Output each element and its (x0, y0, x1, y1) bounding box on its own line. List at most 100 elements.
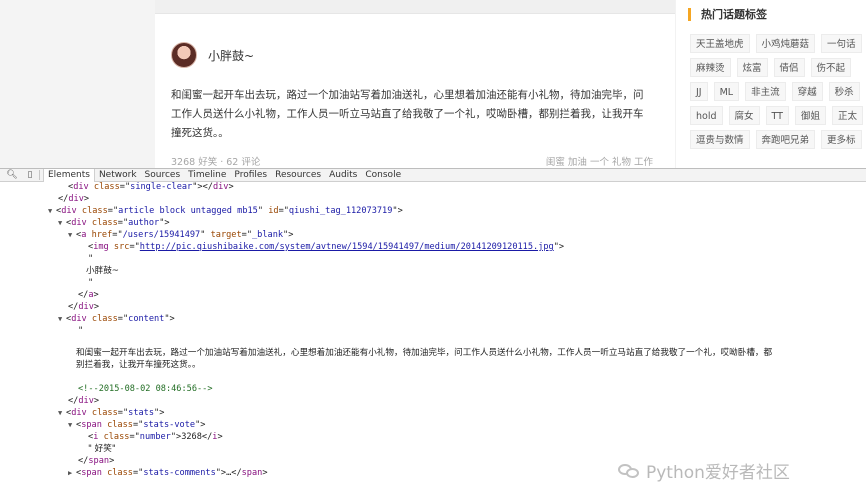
topic-tag[interactable]: 穿越 (791, 82, 823, 101)
tab-console[interactable]: Console (361, 169, 405, 182)
devtools-panel: 🔍︎ ▯ Elements Network Sources Timeline P… (0, 168, 866, 484)
tab-resources[interactable]: Resources (271, 169, 325, 182)
topic-tag[interactable]: 御姐 (794, 106, 826, 125)
attr-value: stats-comments (143, 468, 216, 478)
article-author[interactable]: 小胖鼓~ (171, 42, 254, 68)
author-name[interactable]: 小胖鼓~ (208, 47, 254, 64)
attr-name: target (210, 230, 242, 240)
topic-tag[interactable]: 倩侣 (773, 58, 805, 77)
attr-value: stats-vote (143, 420, 196, 430)
dom-node[interactable]: <img src="http://pic.qiushibaike.com/sys… (88, 242, 564, 253)
dom-node[interactable]: ▼ <a href="/users/15941497" target="_blan… (68, 230, 293, 241)
sidebar-title: 热门话题标签 (688, 8, 767, 21)
dom-text-node: " 好笑" (88, 444, 116, 454)
dom-node[interactable]: ▼ <span class="stats-vote"> (68, 420, 205, 431)
dom-node[interactable]: </div> (68, 302, 99, 313)
tag-name: a (81, 230, 87, 240)
tag-row: 麻辣烫 炫富 倩侣 伤不起 (690, 58, 852, 77)
collapsed-triangle-icon[interactable]: ▶ (68, 468, 76, 479)
attr-value: single-clear (130, 182, 193, 192)
attr-value: article block untagged mb15 (118, 206, 258, 216)
dom-node[interactable]: ▼ <div class="content"> (58, 314, 175, 325)
topic-tag[interactable]: hold (690, 106, 723, 125)
expand-triangle-icon[interactable]: ▼ (68, 230, 76, 241)
avatar[interactable] (171, 42, 197, 68)
expand-triangle-icon[interactable]: ▼ (58, 408, 66, 419)
article-tags[interactable]: 闺蜜 加油 一个 礼物 工作 (546, 154, 653, 168)
tag-name: div (68, 194, 84, 204)
tag-name: div (78, 396, 94, 406)
tab-audits[interactable]: Audits (325, 169, 361, 182)
topic-tag[interactable]: 非主流 (745, 82, 786, 101)
tag-name: i (212, 432, 218, 442)
dom-node[interactable]: </div> (68, 396, 99, 407)
tag-name: span (81, 420, 102, 430)
avatar-url-link[interactable]: http://pic.qiushibaike.com/system/avtnew… (140, 242, 554, 252)
topic-tag[interactable]: 一句话 (821, 34, 862, 53)
attr-value: number (139, 432, 171, 442)
topic-tag[interactable]: 更多标 (821, 130, 862, 149)
topic-tag[interactable]: JJ (690, 82, 708, 101)
attr-name: class (93, 182, 120, 192)
expand-triangle-icon[interactable]: ▼ (48, 206, 56, 217)
expand-triangle-icon[interactable]: ▼ (58, 218, 66, 229)
topic-tag[interactable]: 伤不起 (810, 58, 852, 77)
tag-name: div (73, 182, 89, 192)
tag-row: JJ ML 非主流 穿越 秒杀 (690, 82, 860, 101)
expand-triangle-icon[interactable]: ▼ (58, 314, 66, 325)
topic-tag[interactable]: 正太 (832, 106, 864, 125)
dom-text-node: " (78, 326, 84, 336)
dom-text-node: 别拦着我，让我开车撞死这货。。 (76, 360, 201, 370)
tab-sources[interactable]: Sources (141, 169, 185, 182)
topic-tag[interactable]: 腐女 (728, 106, 760, 125)
tag-name: div (71, 408, 87, 418)
tab-profiles[interactable]: Profiles (230, 169, 271, 182)
attr-name: class (91, 408, 118, 418)
topic-tag[interactable]: 秒杀 (828, 82, 860, 101)
article-content: 和闺蜜一起开车出去玩，路过一个加油站写着加油送礼，心里想着加油还能有小礼物，待加… (171, 89, 644, 139)
dom-text-node: 和闺蜜一起开车出去玩，路过一个加油站写着加油送礼，心里想着加油还能有小礼物，待加… (76, 348, 773, 358)
tab-timeline[interactable]: Timeline (184, 169, 230, 182)
toolbar-divider (39, 170, 40, 180)
topic-tag[interactable]: 逗贵与数情 (690, 130, 750, 149)
tab-elements[interactable]: Elements (43, 168, 95, 182)
attr-value: _blank (252, 230, 284, 240)
dom-node[interactable]: </span> (78, 456, 114, 467)
tab-network[interactable]: Network (95, 169, 141, 182)
attr-value: author (128, 218, 160, 228)
article-stats: 3268 好笑 · 62 评论 (171, 157, 261, 168)
topic-tag[interactable]: 炫富 (736, 58, 768, 77)
dom-text-node: " (88, 278, 94, 288)
dom-node[interactable]: </div> (58, 194, 89, 205)
expand-triangle-icon[interactable]: ▼ (68, 420, 76, 431)
devtools-toolbar: 🔍︎ ▯ Elements Network Sources Timeline P… (0, 168, 866, 182)
attr-name: class (103, 432, 130, 442)
inspect-icon[interactable]: 🔍︎ (6, 170, 18, 180)
web-page-viewport: 小胖鼓~ 和闺蜜一起开车出去玩，路过一个加油站写着加油送礼，心里想着加油还能有小… (0, 0, 866, 168)
dom-node[interactable]: ▼ <div class="stats"> (58, 408, 164, 419)
device-mode-icon[interactable]: ▯ (24, 170, 36, 180)
topic-tag[interactable]: ML (713, 82, 740, 101)
attr-value: content (128, 314, 165, 324)
topic-tag[interactable]: 天王盖地虎 (690, 34, 750, 53)
dom-node[interactable]: ▼ <div class="author"> (58, 218, 170, 229)
attr-name: class (91, 218, 118, 228)
tag-name: div (71, 314, 87, 324)
attr-name: class (107, 468, 133, 478)
watermark: Python爱好者社区 (618, 458, 790, 483)
tag-name: a (88, 290, 94, 300)
topic-tag[interactable]: 麻辣烫 (690, 58, 731, 77)
attr-name: href (91, 230, 113, 240)
topic-tag[interactable]: TT (765, 106, 789, 125)
attr-name: id (268, 206, 279, 216)
dom-text-node: " (88, 254, 94, 264)
dom-node[interactable]: ▼ <div class="article block untagged mb15… (48, 206, 403, 217)
dom-node[interactable]: <i class="number">3268</i> (88, 432, 223, 443)
attr-value: stats (128, 408, 155, 418)
topic-tag[interactable]: 奔跑吧兄弟 (755, 130, 816, 149)
dom-node[interactable]: <div class="single-clear"></div> (68, 182, 234, 193)
dom-node[interactable]: </a> (78, 290, 99, 301)
topic-tag[interactable]: 小鸡炖蘑菇 (755, 34, 816, 53)
tag-name: img (93, 242, 109, 252)
dom-node[interactable]: ▶ <span class="stats-comments">…</span> (68, 468, 268, 479)
